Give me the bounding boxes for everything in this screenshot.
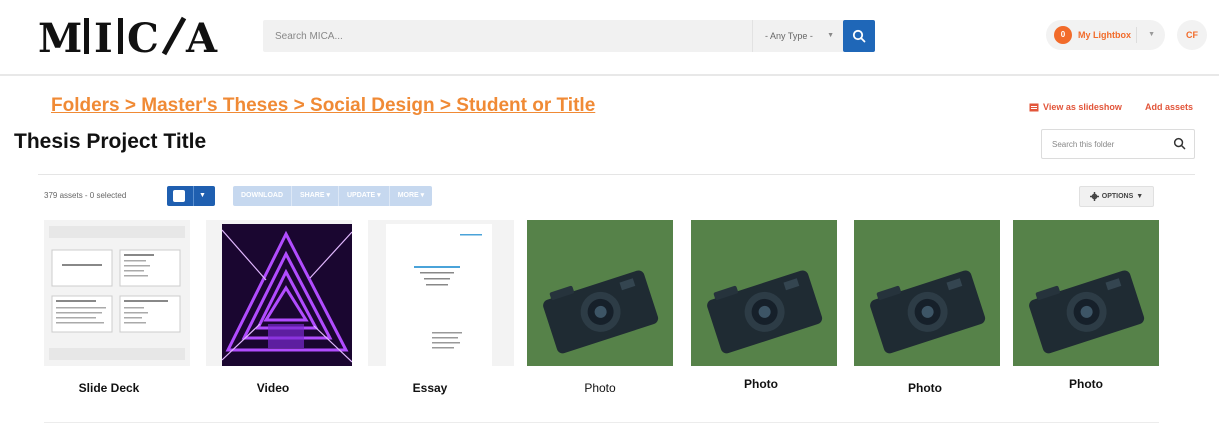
- asset-label[interactable]: Photo: [681, 377, 841, 391]
- lightbox-count-badge: 0: [1054, 26, 1072, 44]
- asset-card-photo[interactable]: [1013, 220, 1159, 370]
- camera-photo-image: [527, 220, 673, 366]
- camera-photo-image: [691, 220, 837, 366]
- asset-card-video[interactable]: [206, 220, 352, 370]
- logo-letter-m: M: [38, 15, 83, 58]
- search-icon: [852, 29, 866, 43]
- options-label: OPTIONS: [1101, 193, 1134, 200]
- asset-label[interactable]: Essay: [350, 381, 510, 395]
- lightbox-button[interactable]: 0 My Lightbox ▼: [1046, 20, 1165, 50]
- asset-thumbnail[interactable]: [527, 220, 673, 366]
- gear-icon: [1089, 192, 1099, 201]
- view-slideshow-link[interactable]: View as slideshow: [1029, 102, 1122, 112]
- view-slideshow-label: View as slideshow: [1043, 102, 1122, 112]
- asset-type-select[interactable]: - Any Type - ▼: [752, 20, 842, 52]
- checkbox-icon[interactable]: [173, 190, 185, 202]
- video-thumbnail-image: [221, 224, 352, 366]
- asset-card-photo[interactable]: [691, 220, 837, 370]
- asset-thumbnail[interactable]: [854, 220, 1000, 366]
- bulk-actions: DOWNLOAD SHARE ▾ UPDATE ▾ MORE ▾: [233, 186, 433, 206]
- folder-search-input[interactable]: [1042, 130, 1168, 158]
- update-button[interactable]: UPDATE ▾: [339, 186, 390, 206]
- chevron-down-icon: ▼: [827, 32, 834, 39]
- more-button[interactable]: MORE ▾: [390, 186, 432, 206]
- slideshow-icon: [1029, 103, 1039, 111]
- chevron-down-icon: ▼: [1136, 193, 1144, 200]
- search-input[interactable]: [263, 20, 751, 52]
- user-avatar[interactable]: CF: [1177, 20, 1207, 50]
- search-button[interactable]: [843, 20, 875, 52]
- asset-card-slide-deck[interactable]: [44, 220, 190, 370]
- share-button[interactable]: SHARE ▾: [292, 186, 339, 206]
- asset-card-essay[interactable]: [368, 220, 514, 370]
- logo-letter-a: A: [185, 15, 218, 58]
- download-button[interactable]: DOWNLOAD: [233, 186, 292, 206]
- camera-photo-image: [854, 220, 1000, 366]
- document-thumbnail-image: [386, 224, 492, 366]
- section-divider: [38, 174, 1195, 175]
- mica-logo[interactable]: M I C A: [38, 14, 238, 67]
- logo-letter-c: C: [127, 15, 160, 58]
- asset-label[interactable]: Video: [193, 381, 353, 395]
- add-assets-link[interactable]: Add assets: [1145, 102, 1193, 112]
- folder-search: [1041, 129, 1195, 159]
- camera-photo-image: [1013, 220, 1159, 366]
- select-divider: [193, 186, 194, 206]
- top-bar: M I C A - Any Type - ▼ 0 My Lightbox ▼ C…: [0, 0, 1219, 76]
- asset-thumbnail[interactable]: [368, 220, 514, 366]
- asset-label[interactable]: Photo: [520, 381, 680, 395]
- chevron-down-icon[interactable]: ▼: [1148, 20, 1155, 50]
- asset-label[interactable]: Slide Deck: [29, 381, 189, 395]
- lightbox-divider: [1136, 27, 1137, 43]
- breadcrumb[interactable]: Folders > Master's Theses > Social Desig…: [51, 95, 595, 117]
- select-all-button[interactable]: ▼: [167, 186, 215, 206]
- asset-thumbnail[interactable]: [691, 220, 837, 366]
- logo-letter-i: I: [94, 15, 114, 58]
- asset-type-select-value: - Any Type -: [765, 31, 813, 41]
- slides-thumbnail-image: [49, 226, 185, 360]
- search-icon[interactable]: [1173, 137, 1186, 150]
- asset-card-photo[interactable]: [527, 220, 673, 370]
- mica-logo-mark: M I C A: [38, 15, 218, 62]
- lightbox-label: My Lightbox: [1078, 30, 1131, 40]
- assets-count: 379 assets - 0 selected: [44, 191, 127, 200]
- grid-bottom-divider: [44, 422, 1159, 423]
- chevron-down-icon[interactable]: ▼: [199, 186, 206, 206]
- asset-thumbnail[interactable]: [1013, 220, 1159, 366]
- page-title: Thesis Project Title: [14, 130, 207, 153]
- asset-label[interactable]: Photo: [845, 381, 1005, 395]
- asset-label[interactable]: Photo: [1006, 377, 1166, 391]
- asset-thumbnail[interactable]: [206, 220, 352, 366]
- options-button[interactable]: OPTIONS ▼: [1079, 186, 1154, 207]
- asset-card-photo[interactable]: [854, 220, 1000, 370]
- asset-thumbnail[interactable]: [44, 220, 190, 366]
